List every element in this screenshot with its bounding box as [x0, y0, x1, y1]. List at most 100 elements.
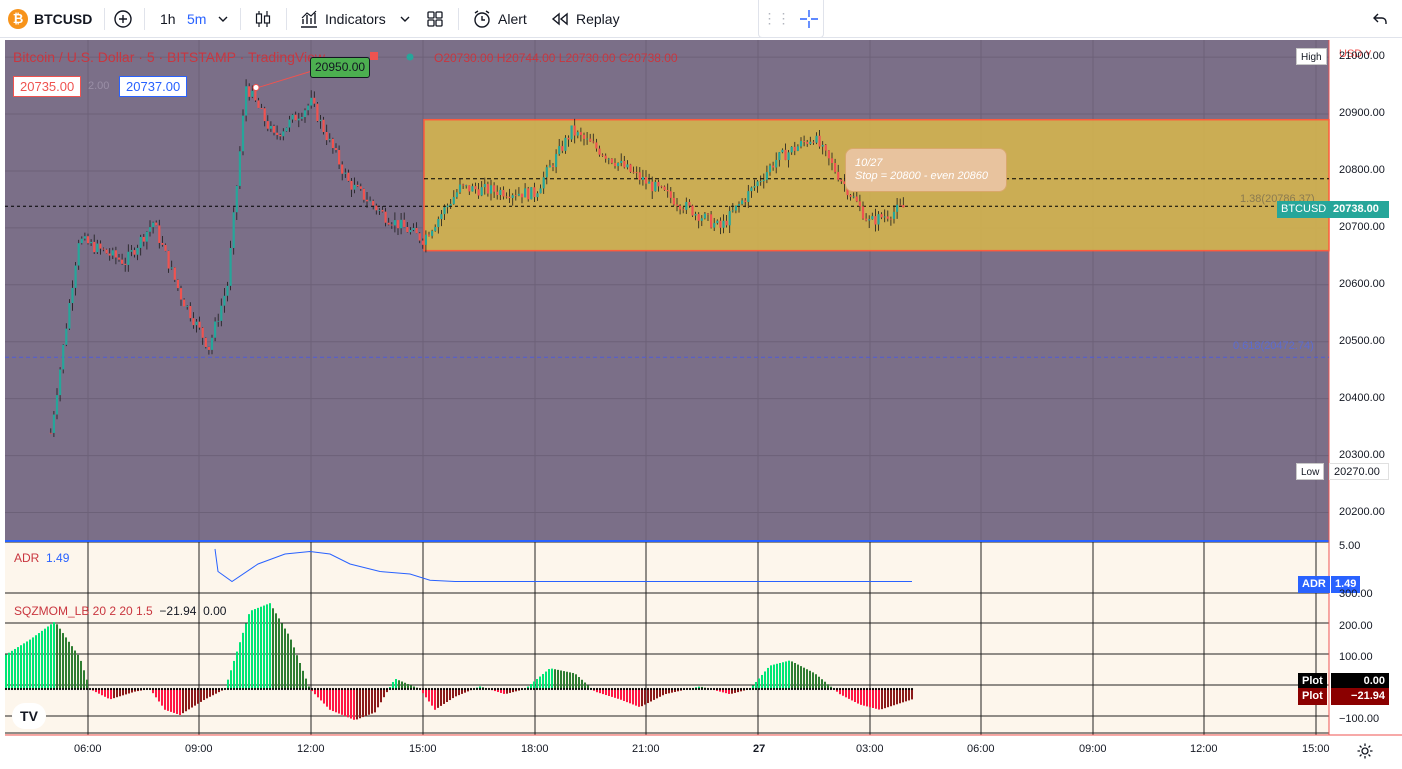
sqz-dot	[862, 687, 866, 691]
settings-button[interactable]	[1356, 742, 1374, 763]
sqz-bar	[815, 674, 817, 689]
sqz-dot	[49, 687, 53, 691]
layouts-button[interactable]	[424, 0, 446, 37]
interval-dropdown-button[interactable]	[217, 0, 229, 37]
sqz-dot	[469, 687, 473, 691]
candle-body	[362, 188, 365, 200]
sqz-bar	[779, 663, 781, 689]
sqz-dot	[637, 687, 641, 691]
replay-button[interactable]: Replay	[550, 0, 620, 37]
sqz-dot	[367, 687, 371, 691]
candle-body	[421, 240, 424, 245]
sqz-dot	[670, 687, 674, 691]
tradingview-logo[interactable]: TV	[12, 703, 46, 729]
candle-body	[443, 207, 446, 215]
candle-body	[626, 164, 629, 168]
candle-body	[462, 184, 465, 186]
candle-body	[90, 241, 93, 244]
crosshair-icon[interactable]	[798, 8, 820, 30]
candle-body	[849, 195, 852, 197]
sqz-dot	[418, 687, 422, 691]
sqz-dot	[826, 687, 830, 691]
indicators-dropdown-button[interactable]	[399, 0, 411, 37]
candle-body	[334, 148, 338, 150]
sqz-dot	[715, 687, 719, 691]
chart-canvas[interactable]	[0, 38, 1402, 769]
price-callout[interactable]: 20950.00	[310, 57, 371, 78]
sqz-dot	[238, 687, 242, 691]
chart-area[interactable]: Bitcoin / U.S. Dollar · 5 · BITSTAMP · T…	[0, 38, 1402, 769]
candle-body	[396, 220, 400, 229]
sqz-dot	[652, 687, 656, 691]
sqz-dot	[25, 687, 29, 691]
candle-body	[412, 227, 415, 231]
candle-body	[155, 222, 158, 226]
sqz-bar	[401, 681, 403, 689]
ohlc-low: L20730.00	[558, 51, 616, 65]
alert-button[interactable]: Alert	[471, 0, 527, 37]
drag-handle-icon[interactable]: ⋮⋮	[763, 10, 791, 27]
interval-5m[interactable]: 5m	[187, 0, 206, 37]
candle-body	[632, 171, 635, 173]
chart-type-button[interactable]	[252, 0, 274, 37]
sqz-dot	[28, 687, 32, 691]
sqz-bar	[305, 678, 307, 689]
indicators-button[interactable]: Indicators	[298, 0, 386, 37]
status-dot	[406, 53, 414, 61]
sqz-dot	[109, 687, 113, 691]
sqz-dot	[88, 687, 92, 691]
candle-body	[744, 200, 747, 203]
sqz-dot	[577, 687, 581, 691]
sqz-dot	[253, 687, 257, 691]
candle-body	[427, 234, 431, 236]
sqz-bar	[431, 689, 433, 706]
time-axis-tick: 09:00	[1079, 743, 1107, 755]
adr-tag-label: ADR	[1298, 576, 1330, 593]
candle-body	[183, 299, 186, 307]
sqz-dot	[583, 687, 587, 691]
sqz-dot	[355, 687, 359, 691]
sqz-dot	[175, 687, 179, 691]
sqz-bar	[368, 689, 370, 715]
sqz-dot	[781, 687, 785, 691]
sell-price-button[interactable]: 20735.00	[13, 76, 82, 97]
sqz-bar	[578, 677, 580, 689]
sqz-dot	[292, 687, 296, 691]
sqz-bar	[50, 624, 52, 689]
candle-body	[310, 97, 313, 106]
sqz-dot	[199, 687, 203, 691]
sqz-dot	[13, 687, 17, 691]
candle-body	[582, 134, 586, 139]
symbol-search-button[interactable]: ₿ BTCUSD	[8, 0, 92, 37]
sqz-bar	[20, 645, 22, 689]
candle-body	[201, 327, 204, 338]
sqz-dot	[124, 687, 128, 691]
sqz-dot	[259, 687, 263, 691]
buy-price-button[interactable]: 20737.00	[119, 76, 188, 97]
sqz-bar	[533, 681, 535, 689]
sqz-dot	[178, 687, 182, 691]
compare-button[interactable]	[112, 0, 134, 37]
top-toolbar: ₿ BTCUSD 1h 5m Indicators Alert Replay ⋮…	[0, 0, 1402, 38]
sqz-dot	[784, 687, 788, 691]
sqz-dot	[673, 687, 677, 691]
adr-value: 1.49	[46, 551, 70, 565]
sqz-bar	[8, 652, 10, 689]
sqz-dot	[286, 687, 290, 691]
interval-1h[interactable]: 1h	[160, 0, 176, 37]
sqz-dot	[871, 687, 875, 691]
candle-body	[865, 218, 868, 221]
sqz-bar	[911, 689, 913, 700]
candle-body	[589, 138, 592, 142]
sqz-dot	[82, 687, 86, 691]
sqz-bar	[434, 689, 436, 710]
candle-body	[214, 321, 217, 338]
undo-button[interactable]	[1371, 0, 1389, 37]
sqz-bar	[620, 689, 622, 700]
candle-body	[437, 219, 440, 228]
candle-body	[530, 187, 533, 200]
note-callout[interactable]: 10/27 Stop = 20800 - even 20860	[845, 148, 1007, 192]
candle-body	[186, 306, 189, 307]
time-axis-tick: 06:00	[74, 743, 102, 755]
sqz-dot	[7, 687, 11, 691]
